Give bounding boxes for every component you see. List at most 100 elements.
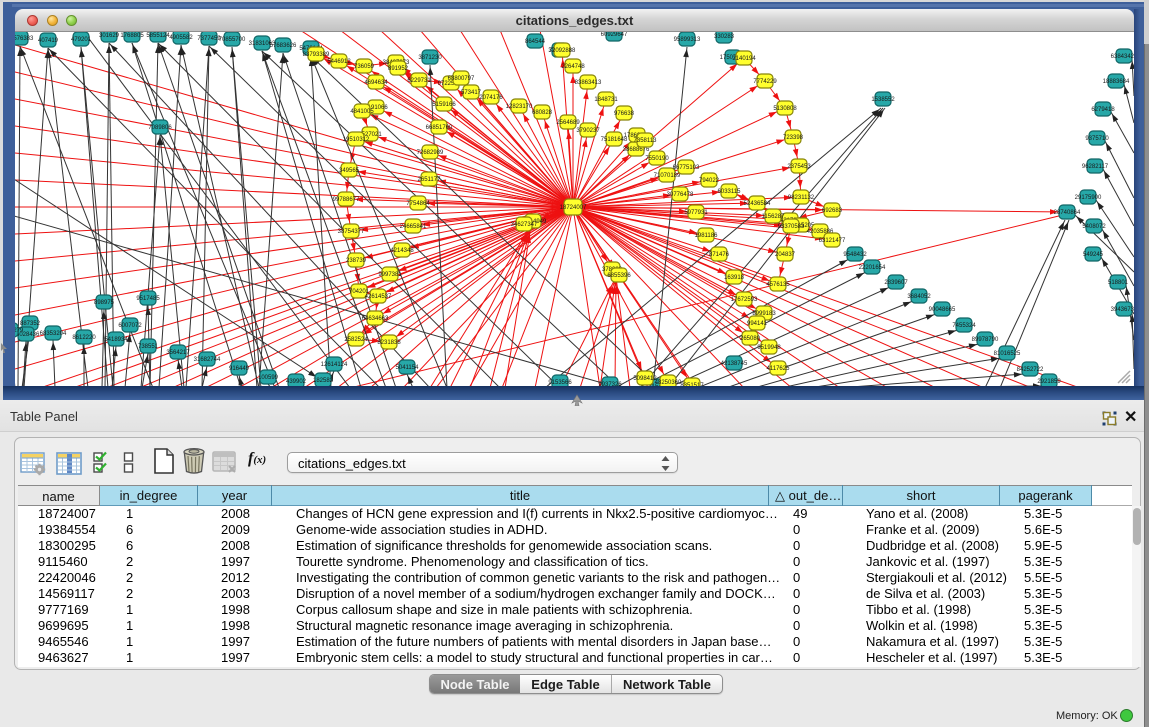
svg-text:84252722: 84252722 <box>1017 367 1044 373</box>
svg-text:3871230: 3871230 <box>418 55 442 61</box>
svg-text:66775103: 66775103 <box>673 165 700 171</box>
svg-text:81016525: 81016525 <box>994 351 1021 357</box>
svg-text:38688676: 38688676 <box>623 147 650 153</box>
svg-text:7358113: 7358113 <box>634 138 658 144</box>
svg-text:57683626: 57683626 <box>270 43 297 49</box>
svg-text:794022: 794022 <box>699 178 720 184</box>
svg-text:3684052: 3684052 <box>907 294 931 300</box>
svg-text:42138745: 42138745 <box>721 361 748 367</box>
svg-text:549245: 549245 <box>1083 252 1104 258</box>
svg-text:2264748: 2264748 <box>561 64 585 70</box>
svg-text:2074176: 2074176 <box>479 95 503 101</box>
svg-text:994141: 994141 <box>747 321 768 327</box>
svg-text:723398: 723398 <box>783 135 804 141</box>
svg-text:4905582: 4905582 <box>169 35 193 41</box>
svg-text:265080: 265080 <box>740 336 761 342</box>
svg-text:5977931: 5977931 <box>684 210 708 216</box>
svg-text:2582524: 2582524 <box>344 337 368 343</box>
svg-text:68353204: 68353204 <box>40 331 67 337</box>
svg-text:31682744: 31682744 <box>194 357 221 363</box>
svg-text:7550190: 7550190 <box>645 156 669 162</box>
svg-text:64634663: 64634663 <box>362 316 389 322</box>
svg-text:3564217: 3564217 <box>166 350 190 356</box>
svg-text:63121477: 63121477 <box>819 238 846 244</box>
svg-text:83793389: 83793389 <box>303 52 330 58</box>
svg-text:2651177: 2651177 <box>418 177 442 183</box>
svg-text:89978790: 89978790 <box>972 337 999 343</box>
svg-text:99788677: 99788677 <box>333 197 360 203</box>
svg-text:24665841: 24665841 <box>400 224 427 230</box>
svg-text:864544: 864544 <box>525 39 546 45</box>
svg-text:204837: 204837 <box>775 252 796 258</box>
svg-text:4214348: 4214348 <box>390 248 414 254</box>
svg-text:916449: 916449 <box>229 366 250 372</box>
svg-text:2921859: 2921859 <box>1037 379 1061 385</box>
svg-text:871476: 871476 <box>709 252 730 258</box>
svg-text:4694634: 4694634 <box>364 80 388 86</box>
svg-text:163918: 163918 <box>724 275 745 281</box>
svg-text:5418934: 5418934 <box>104 337 128 343</box>
svg-text:9375710: 9375710 <box>1085 136 1109 142</box>
svg-text:22201654: 22201654 <box>859 265 886 271</box>
svg-text:5130808: 5130808 <box>773 106 797 112</box>
svg-text:42614537: 42614537 <box>365 294 392 300</box>
svg-text:63843426: 63843426 <box>1111 54 1134 60</box>
svg-text:5446912: 5446912 <box>327 59 351 65</box>
svg-text:898975: 898975 <box>94 300 115 306</box>
svg-text:6007072: 6007072 <box>118 323 142 329</box>
svg-text:60929647: 60929647 <box>601 32 628 38</box>
svg-text:6855396: 6855396 <box>607 273 631 279</box>
svg-text:6229731: 6229731 <box>407 78 431 84</box>
svg-text:38754377: 38754377 <box>338 229 365 235</box>
svg-text:1156287: 1156287 <box>762 214 786 220</box>
svg-text:1981186: 1981186 <box>695 233 719 239</box>
svg-text:6033115: 6033115 <box>718 189 742 195</box>
svg-text:5159166: 5159166 <box>432 102 456 108</box>
svg-text:4117625: 4117625 <box>767 366 791 372</box>
svg-text:518801: 518801 <box>1108 280 1129 286</box>
svg-text:1538552: 1538552 <box>871 97 895 103</box>
svg-text:1848731: 1848731 <box>594 97 618 103</box>
svg-text:238739: 238739 <box>346 258 367 264</box>
svg-text:39436733: 39436733 <box>1111 307 1134 313</box>
svg-text:100599: 100599 <box>258 375 279 381</box>
svg-text:6279418: 6279418 <box>1091 107 1115 113</box>
svg-text:692683: 692683 <box>822 208 843 214</box>
svg-text:12823170: 12823170 <box>506 104 533 110</box>
svg-text:439902: 439902 <box>286 379 307 385</box>
svg-text:66851760: 66851760 <box>426 125 453 131</box>
svg-text:70855700: 70855700 <box>219 37 246 43</box>
svg-text:891952: 891952 <box>388 66 409 72</box>
svg-text:9517485: 9517485 <box>136 296 160 302</box>
svg-text:8231838: 8231838 <box>377 340 401 346</box>
svg-text:9997381: 9997381 <box>378 272 402 278</box>
svg-text:2375453: 2375453 <box>787 164 811 170</box>
svg-text:17672593: 17672593 <box>731 297 758 303</box>
svg-text:349565: 349565 <box>339 168 360 174</box>
svg-text:182582: 182582 <box>313 378 334 384</box>
svg-text:72092888: 72092888 <box>549 48 576 54</box>
svg-text:4576135: 4576135 <box>766 282 790 288</box>
svg-text:18883684: 18883684 <box>1103 79 1130 85</box>
svg-text:7774229: 7774229 <box>753 79 777 85</box>
svg-text:24972279: 24972279 <box>15 328 24 334</box>
svg-text:19510312: 19510312 <box>343 137 370 143</box>
svg-text:20576383: 20576383 <box>15 36 34 42</box>
svg-text:301629: 301629 <box>99 33 120 39</box>
svg-text:976638: 976638 <box>614 111 635 117</box>
svg-text:407419: 407419 <box>38 38 59 44</box>
svg-text:98231132: 98231132 <box>788 195 815 201</box>
svg-text:93370583: 93370583 <box>778 224 805 230</box>
svg-text:2564689: 2564689 <box>556 120 580 126</box>
svg-text:52436584: 52436584 <box>744 201 771 207</box>
svg-text:8612220: 8612220 <box>72 335 96 341</box>
svg-text:2839607: 2839607 <box>884 280 908 286</box>
svg-text:96282117: 96282117 <box>1082 164 1109 170</box>
svg-text:7455324: 7455324 <box>952 323 976 329</box>
svg-text:28740864: 28740864 <box>1054 210 1081 216</box>
svg-text:5855124: 5855124 <box>146 33 170 39</box>
svg-text:3790237: 3790237 <box>576 128 600 134</box>
svg-text:12614124: 12614124 <box>321 362 348 368</box>
svg-text:7089806: 7089806 <box>148 125 172 131</box>
svg-text:5041154: 5041154 <box>396 365 420 371</box>
